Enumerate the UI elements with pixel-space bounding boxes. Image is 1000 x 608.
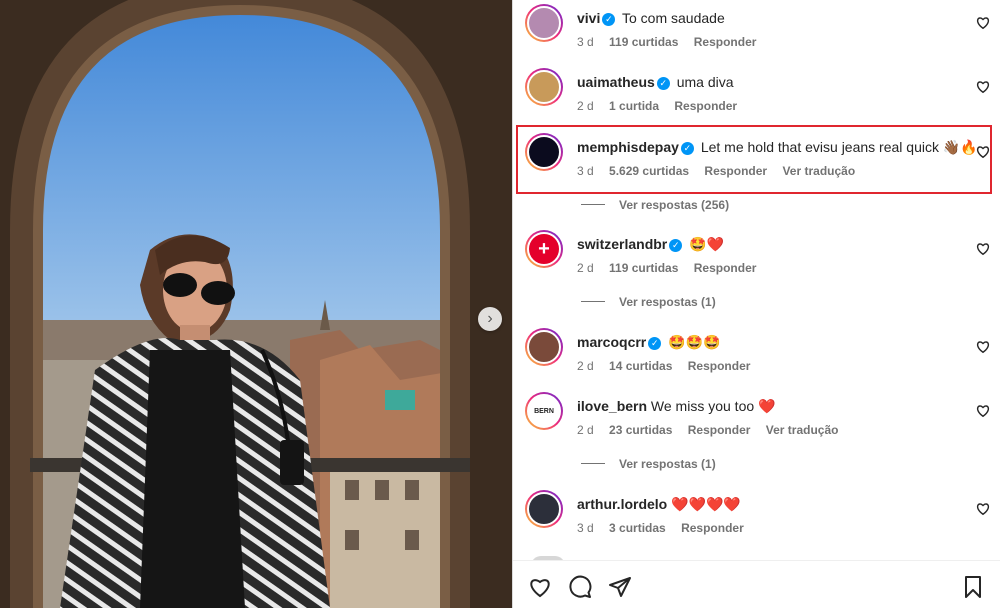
see-translation-button[interactable]: Ver tradução xyxy=(766,423,839,437)
like-comment-heart-icon[interactable] xyxy=(976,404,990,418)
reply-button[interactable]: Responder xyxy=(688,423,751,437)
avatar[interactable] xyxy=(525,490,563,528)
like-comment-heart-icon[interactable] xyxy=(976,502,990,516)
verified-badge-icon: ✓ xyxy=(648,337,662,350)
comment-text: uma diva xyxy=(676,74,734,90)
comment-meta: 2 d 119 curtidas Responder xyxy=(577,261,768,275)
avatar[interactable]: + xyxy=(525,230,563,268)
comment-text: 🤩❤️ xyxy=(689,236,725,252)
comment-likes[interactable]: 5.629 curtidas xyxy=(609,164,689,178)
comment-text: 🤩🤩🤩 xyxy=(668,334,721,350)
comment-likes[interactable]: 14 curtidas xyxy=(609,359,672,373)
view-replies-button[interactable]: Ver respostas (256) xyxy=(581,198,729,212)
avatar[interactable] xyxy=(525,133,563,171)
comment-likes[interactable]: 119 curtidas xyxy=(609,35,678,49)
comment-likes[interactable]: 1 curtida xyxy=(609,99,659,113)
avatar[interactable] xyxy=(525,328,563,366)
replies-dash xyxy=(581,463,605,464)
reply-button[interactable]: Responder xyxy=(694,261,757,275)
reply-button[interactable]: Responder xyxy=(694,35,757,49)
comment-username[interactable]: switzerlandbr xyxy=(577,236,667,252)
like-comment-heart-icon[interactable] xyxy=(976,145,990,159)
avatar-logo-text: BERN xyxy=(527,394,561,428)
comment-text: Let me hold that evisu jeans real quick … xyxy=(700,139,978,155)
comment-age: 2 d xyxy=(577,359,594,373)
verified-badge-icon: ✓ xyxy=(656,77,670,90)
comment-text-line: vivi ✓ To com saudade xyxy=(577,10,725,26)
comment-age: 3 d xyxy=(577,521,594,535)
comment-item: + switzerlandbr ✓ 🤩❤️ 2 d 119 curtidas Re… xyxy=(513,226,1000,290)
verified-badge-icon: ✓ xyxy=(680,142,694,155)
comment-item: vivi ✓ To com saudade 3 d 119 curtidas Re… xyxy=(513,0,1000,64)
post-action-bar xyxy=(513,560,1000,608)
comment-text: ❤️❤️❤️❤️ xyxy=(671,496,741,512)
comment-item: arthur.lordelo ❤️❤️❤️❤️ 3 d 3 curtidas R… xyxy=(513,486,1000,550)
comment-age: 2 d xyxy=(577,423,594,437)
comment-text-line: switzerlandbr ✓ 🤩❤️ xyxy=(577,236,724,253)
comment-age: 2 d xyxy=(577,99,594,113)
view-replies-label: Ver respostas (256) xyxy=(619,198,730,212)
comment-likes[interactable]: 119 curtidas xyxy=(609,261,678,275)
view-replies-label: Ver respostas (1) xyxy=(619,295,716,309)
like-comment-heart-icon[interactable] xyxy=(976,340,990,354)
comment-text-line: uaimatheus ✓ uma diva xyxy=(577,74,734,90)
comment-username[interactable]: marcoqcrr xyxy=(577,334,646,350)
post-photo[interactable]: › xyxy=(0,0,512,608)
view-replies-button[interactable]: Ver respostas (1) xyxy=(581,457,716,471)
comment-username[interactable]: ilove_bern xyxy=(577,398,647,414)
verified-badge-icon: ✓ xyxy=(602,13,616,26)
post-image xyxy=(0,0,512,608)
avatar[interactable] xyxy=(525,4,563,42)
comment-text-line: marcoqcrr ✓ 🤩🤩🤩 xyxy=(577,334,720,351)
comment-meta: 3 d 119 curtidas Responder xyxy=(577,35,768,49)
comment-meta: 3 d 3 curtidas Responder xyxy=(577,521,756,535)
verified-badge-icon: ✓ xyxy=(669,239,683,252)
comment-text-line: arthur.lordelo ❤️❤️❤️❤️ xyxy=(577,496,741,513)
comment-item: uaimatheus ✓ uma diva 2 d 1 curtida Respo… xyxy=(513,64,1000,128)
comment-text-line: ilove_bern We miss you too ❤️ xyxy=(577,398,775,415)
comment-likes[interactable]: 23 curtidas xyxy=(609,423,672,437)
comment-item: marcoqcrr ✓ 🤩🤩🤩 2 d 14 curtidas Responder xyxy=(513,324,1000,388)
reply-button[interactable]: Responder xyxy=(688,359,751,373)
comments-list[interactable]: vivi ✓ To com saudade 3 d 119 curtidas Re… xyxy=(513,0,1000,560)
comment-icon[interactable] xyxy=(568,575,592,599)
send-icon[interactable] xyxy=(608,575,632,599)
comment-meta: 2 d 23 curtidas Responder Ver tradução xyxy=(577,423,850,437)
comment-item: BERN ilove_bern We miss you too ❤️ 2 d 2… xyxy=(513,388,1000,452)
comment-age: 3 d xyxy=(577,35,594,49)
like-comment-heart-icon[interactable] xyxy=(976,242,990,256)
comment-age: 3 d xyxy=(577,164,594,178)
view-replies-button[interactable]: Ver respostas (1) xyxy=(581,295,716,309)
comment-text: We miss you too ❤️ xyxy=(650,398,776,414)
next-photo-button[interactable]: › xyxy=(478,307,502,331)
comment-likes[interactable]: 3 curtidas xyxy=(609,521,666,535)
comment-age: 2 d xyxy=(577,261,594,275)
heart-icon[interactable] xyxy=(528,575,552,599)
comment-username[interactable]: uaimatheus xyxy=(577,74,655,90)
comment-meta: 2 d 1 curtida Responder xyxy=(577,99,749,113)
replies-dash xyxy=(581,204,605,205)
like-comment-heart-icon[interactable] xyxy=(976,80,990,94)
comment-meta: 3 d 5.629 curtidas Responder Ver traduçã… xyxy=(577,164,867,178)
chevron-right-icon: › xyxy=(487,310,493,327)
reply-button[interactable]: Responder xyxy=(674,99,737,113)
comment-text: To com saudade xyxy=(622,10,725,26)
like-comment-heart-icon[interactable] xyxy=(976,16,990,30)
comment-username[interactable]: vivi xyxy=(577,10,600,26)
comment-username[interactable]: memphisdepay xyxy=(577,139,679,155)
comment-username[interactable]: arthur.lordelo xyxy=(577,496,667,512)
comment-meta: 2 d 14 curtidas Responder xyxy=(577,359,762,373)
replies-dash xyxy=(581,301,605,302)
reply-button[interactable]: Responder xyxy=(704,164,767,178)
comment-item: memphisdepay ✓ Let me hold that evisu jea… xyxy=(513,129,1000,193)
view-replies-label: Ver respostas (1) xyxy=(619,457,716,471)
avatar[interactable] xyxy=(525,68,563,106)
avatar[interactable]: BERN xyxy=(525,392,563,430)
bookmark-icon[interactable] xyxy=(961,575,985,599)
comment-text-line: memphisdepay ✓ Let me hold that evisu jea… xyxy=(577,139,978,156)
reply-button[interactable]: Responder xyxy=(681,521,744,535)
see-translation-button[interactable]: Ver tradução xyxy=(782,164,855,178)
